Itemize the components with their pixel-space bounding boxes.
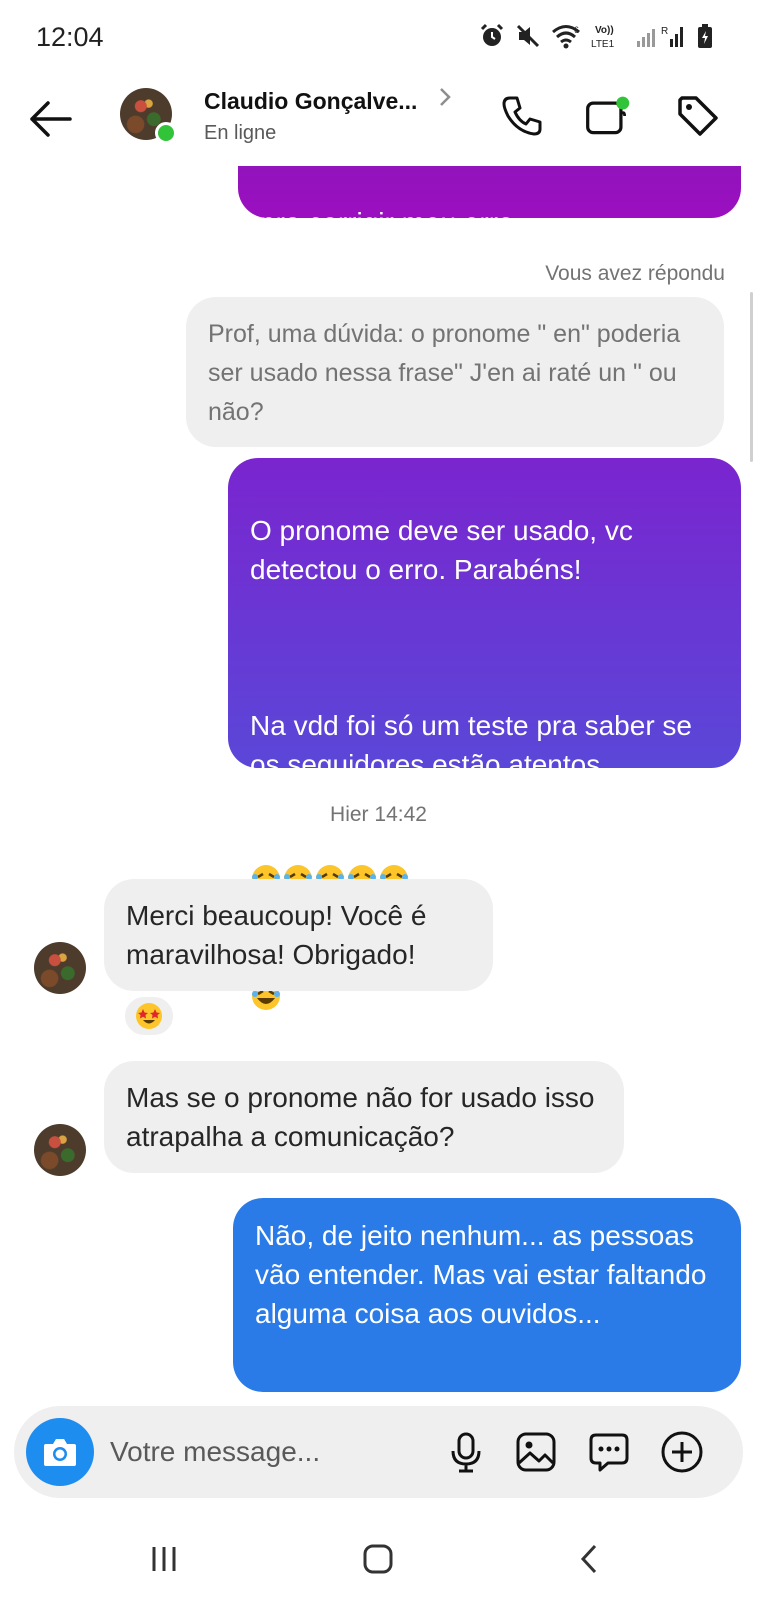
more-options-button[interactable] xyxy=(658,1428,706,1476)
gallery-button[interactable] xyxy=(512,1428,560,1476)
plus-icon xyxy=(661,1431,703,1473)
contact-avatar-small[interactable] xyxy=(34,942,86,994)
video-icon xyxy=(586,96,630,135)
volte-icon: Vo)) LTE1 xyxy=(591,25,615,50)
sent-message-bubble[interactable]: O pronome deve ser usado, vc detectou o … xyxy=(228,458,741,1010)
received-message-bubble[interactable]: Mas se o pronome não for usado isso atra… xyxy=(104,1061,624,1173)
home-icon xyxy=(363,1544,393,1574)
quoted-message[interactable]: Prof, uma dúvida: o pronome " en" poderi… xyxy=(186,297,724,447)
status-bar: 12:04 6 Vo)) LTE1 R xyxy=(0,0,757,76)
phone-icon xyxy=(502,96,542,136)
call-button[interactable] xyxy=(498,92,546,140)
scrollbar[interactable] xyxy=(750,292,753,462)
gallery-icon xyxy=(516,1432,556,1472)
message-composer xyxy=(14,1406,743,1498)
back-nav-button[interactable] xyxy=(560,1534,620,1584)
signal-icon: R xyxy=(637,26,683,47)
video-call-button[interactable] xyxy=(584,92,632,140)
message-text: O pronome deve ser usado, vc detectou o … xyxy=(250,515,633,585)
reply-label: Vous avez répondu xyxy=(545,262,725,285)
microphone-icon xyxy=(451,1432,481,1473)
star-struck-emoji-icon xyxy=(136,1003,162,1029)
message-text: pra corrigir meu erro xyxy=(260,207,514,238)
mute-icon xyxy=(516,24,540,48)
signal-badge: R xyxy=(661,26,668,37)
status-time: 12:04 xyxy=(36,22,104,52)
wifi-badge: 6 xyxy=(574,25,579,35)
back-button[interactable] xyxy=(26,96,76,142)
home-button[interactable] xyxy=(348,1534,408,1584)
alarm-icon xyxy=(480,23,504,46)
recent-apps-button[interactable] xyxy=(134,1534,194,1584)
system-nav-bar xyxy=(0,1520,757,1600)
contact-avatar-small[interactable] xyxy=(34,1124,86,1176)
wifi-icon: 6 xyxy=(552,25,580,49)
sticker-icon xyxy=(589,1433,629,1472)
received-message-bubble[interactable]: Merci beaucoup! Você é maravilhosa! Obri… xyxy=(104,879,493,991)
recent-apps-icon xyxy=(152,1547,176,1571)
volte-label: Vo)) xyxy=(595,25,614,36)
online-indicator xyxy=(155,122,177,144)
tag-button[interactable] xyxy=(674,92,722,140)
voice-message-button[interactable] xyxy=(442,1428,490,1476)
status-icons: 6 Vo)) LTE1 R xyxy=(479,22,713,50)
message-text: Na vdd foi só um teste pra saber se os s… xyxy=(250,710,692,780)
contact-name[interactable]: Claudio Gonçalve... xyxy=(204,88,417,115)
network-label: LTE1 xyxy=(591,39,615,50)
back-icon xyxy=(580,1544,597,1574)
back-arrow-icon xyxy=(30,101,72,137)
sent-message-bubble[interactable]: Não, de jeito nenhum... as pessoas vão e… xyxy=(233,1198,741,1392)
tag-icon xyxy=(678,96,718,136)
camera-button[interactable] xyxy=(26,1418,94,1486)
contact-status: En ligne xyxy=(204,122,277,144)
timestamp: Hier 14:42 xyxy=(330,803,427,826)
message-input[interactable] xyxy=(110,1432,440,1472)
sticker-button[interactable] xyxy=(585,1428,633,1476)
message-reaction[interactable] xyxy=(122,994,176,1038)
camera-icon xyxy=(44,1439,76,1466)
message-thread[interactable]: pra corrigir meu erro Vous avez répondu … xyxy=(0,166,757,1400)
battery-icon xyxy=(698,24,712,48)
chevron-right-icon[interactable] xyxy=(438,86,452,114)
message-text: Vc passou no teste xyxy=(250,827,489,858)
chat-header: Claudio Gonçalve... En ligne xyxy=(0,76,757,166)
sent-message-bubble[interactable]: pra corrigir meu erro xyxy=(238,166,741,238)
